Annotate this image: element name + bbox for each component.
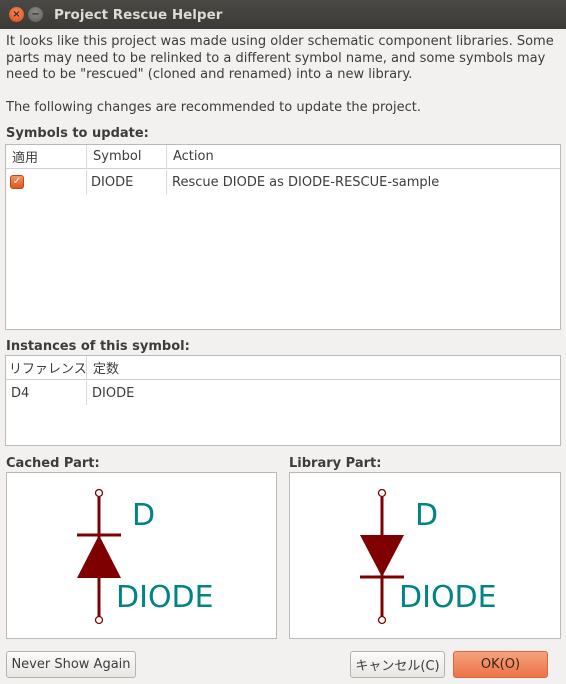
- instances-section-label: Instances of this symbol:: [6, 339, 190, 354]
- cached-part-symbol: D DIODE: [77, 488, 214, 625]
- library-part-preview: D DIODE: [289, 472, 561, 639]
- library-ref-text: D: [415, 498, 438, 533]
- table-row[interactable]: D4 DIODE: [6, 381, 560, 405]
- cached-part-label: Cached Part:: [6, 456, 100, 471]
- never-show-again-button[interactable]: Never Show Again: [6, 651, 136, 678]
- instances-table-header: リファレンス 定数: [6, 356, 560, 380]
- column-action[interactable]: Action: [166, 145, 560, 168]
- diode-triangle: [77, 535, 121, 578]
- symbols-table-header: 適用 Symbol Action: [6, 145, 560, 169]
- column-value[interactable]: 定数: [86, 356, 560, 379]
- instances-table[interactable]: リファレンス 定数 D4 DIODE: [5, 355, 561, 446]
- pin-end-bottom: [377, 615, 387, 625]
- intro-paragraph-1: It looks like this project was made usin…: [6, 34, 554, 82]
- pin-end-bottom: [94, 615, 104, 625]
- apply-cell[interactable]: ✓: [6, 170, 86, 194]
- symbols-section-label: Symbols to update:: [6, 126, 149, 141]
- column-apply[interactable]: 適用: [6, 145, 86, 168]
- ok-button[interactable]: OK(O): [453, 651, 548, 678]
- diode-triangle: [360, 535, 404, 577]
- cached-value-text: DIODE: [116, 580, 214, 615]
- cached-part-preview: D DIODE: [6, 472, 277, 639]
- reference-cell: D4: [11, 385, 30, 401]
- value-cell: DIODE: [86, 381, 560, 405]
- pin-end-top: [377, 488, 387, 498]
- minimize-icon[interactable]: −: [28, 7, 43, 22]
- table-row[interactable]: ✓ DIODE Rescue DIODE as DIODE-RESCUE-sam…: [6, 170, 560, 194]
- cached-ref-text: D: [132, 498, 155, 533]
- apply-checkbox[interactable]: ✓: [10, 175, 24, 189]
- library-part-symbol: D DIODE: [360, 488, 497, 625]
- cancel-button[interactable]: キャンセル(C): [350, 651, 445, 678]
- library-part-label: Library Part:: [289, 456, 382, 471]
- column-reference[interactable]: リファレンス: [6, 356, 87, 379]
- close-icon[interactable]: ×: [9, 7, 24, 22]
- symbols-table[interactable]: 適用 Symbol Action ✓ DIODE Rescue DIODE as…: [5, 144, 561, 330]
- title-bar: × − Project Rescue Helper: [0, 0, 566, 29]
- library-value-text: DIODE: [399, 580, 497, 615]
- intro-paragraph-2: The following changes are recommended to…: [6, 99, 421, 115]
- action-cell: Rescue DIODE as DIODE-RESCUE-sample: [166, 170, 560, 194]
- column-symbol[interactable]: Symbol: [86, 145, 166, 168]
- symbol-cell: DIODE: [86, 170, 166, 194]
- pin-end-top: [94, 488, 104, 498]
- window-title: Project Rescue Helper: [54, 7, 223, 23]
- intro-text: It looks like this project was made usin…: [6, 34, 562, 116]
